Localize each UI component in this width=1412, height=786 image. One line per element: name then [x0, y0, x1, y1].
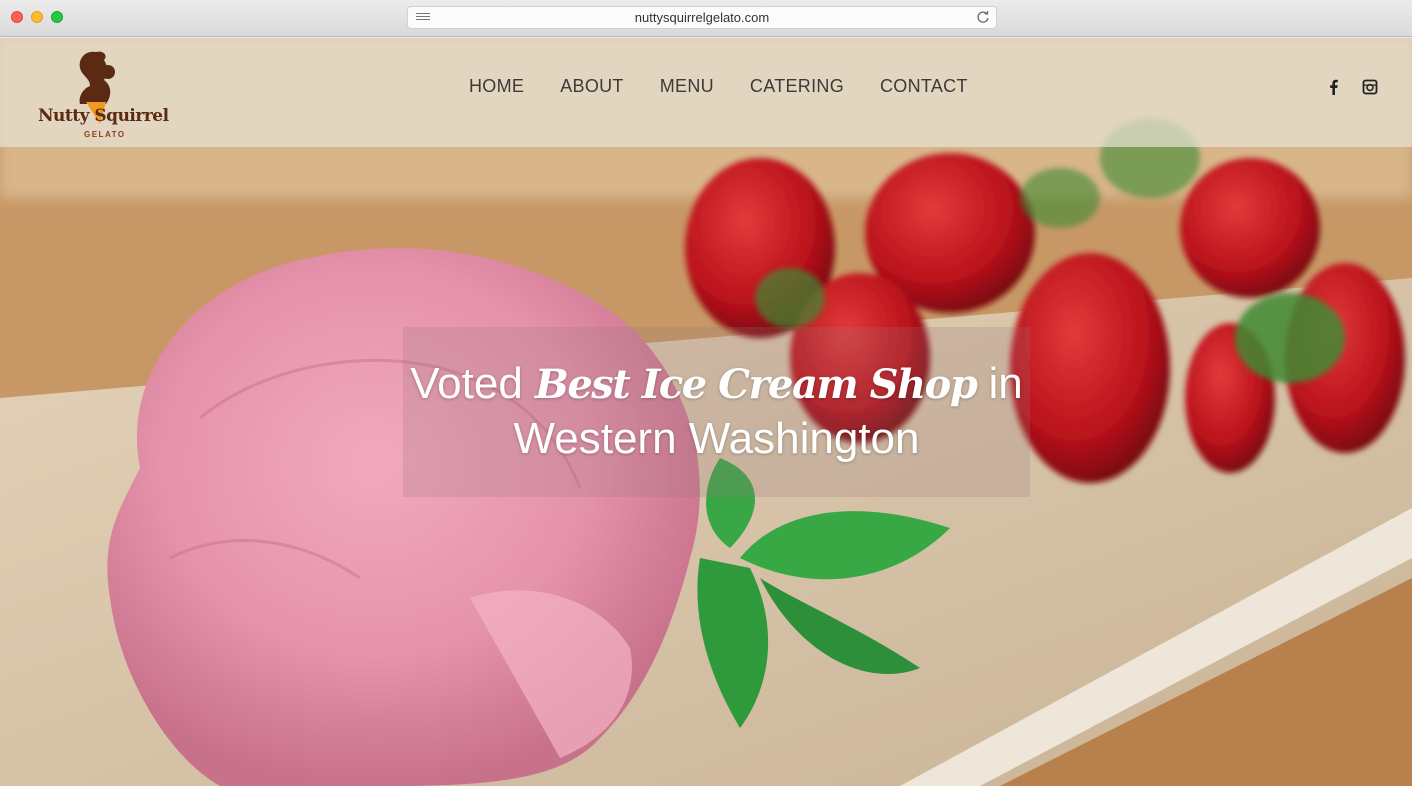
nav-catering[interactable]: CATERING: [750, 76, 844, 97]
nutty-squirrel-logo[interactable]: Nutty Squirrel GELATO: [34, 46, 169, 139]
headline-suffix: in: [976, 359, 1023, 408]
site-header: Nutty Squirrel GELATO HOME ABOUT MENU CA…: [0, 38, 1412, 147]
page-viewport: Nutty Squirrel GELATO HOME ABOUT MENU CA…: [0, 38, 1412, 786]
maximize-window-button[interactable]: [51, 11, 63, 23]
nav-about[interactable]: ABOUT: [560, 76, 624, 97]
headline-prefix: Voted: [410, 359, 536, 408]
logo-subtitle: GELATO: [84, 130, 126, 139]
hero-headline-box: Voted Best Ice Cream Shop in Western Was…: [403, 327, 1030, 497]
url-text: nuttysquirrelgelato.com: [634, 10, 770, 25]
nav-menu[interactable]: MENU: [660, 76, 714, 97]
close-window-button[interactable]: [11, 11, 23, 23]
browser-toolbar: nuttysquirrelgelato.com: [0, 0, 1412, 37]
facebook-icon[interactable]: [1326, 79, 1342, 95]
main-nav: HOME ABOUT MENU CATERING CONTACT: [469, 76, 968, 97]
logo-wordmark: Nutty Squirrel: [38, 106, 169, 126]
headline-highlight: Best Ice Cream Shop: [535, 361, 978, 408]
hero-headline-line2: Western Washington: [513, 414, 920, 463]
reload-icon[interactable]: [976, 10, 990, 24]
nav-contact[interactable]: CONTACT: [880, 76, 968, 97]
hero-headline-line1: Voted Best Ice Cream Shop in: [403, 359, 1030, 409]
nav-home[interactable]: HOME: [469, 76, 524, 97]
instagram-icon[interactable]: [1362, 79, 1378, 95]
address-bar[interactable]: nuttysquirrelgelato.com: [407, 6, 997, 29]
minimize-window-button[interactable]: [31, 11, 43, 23]
